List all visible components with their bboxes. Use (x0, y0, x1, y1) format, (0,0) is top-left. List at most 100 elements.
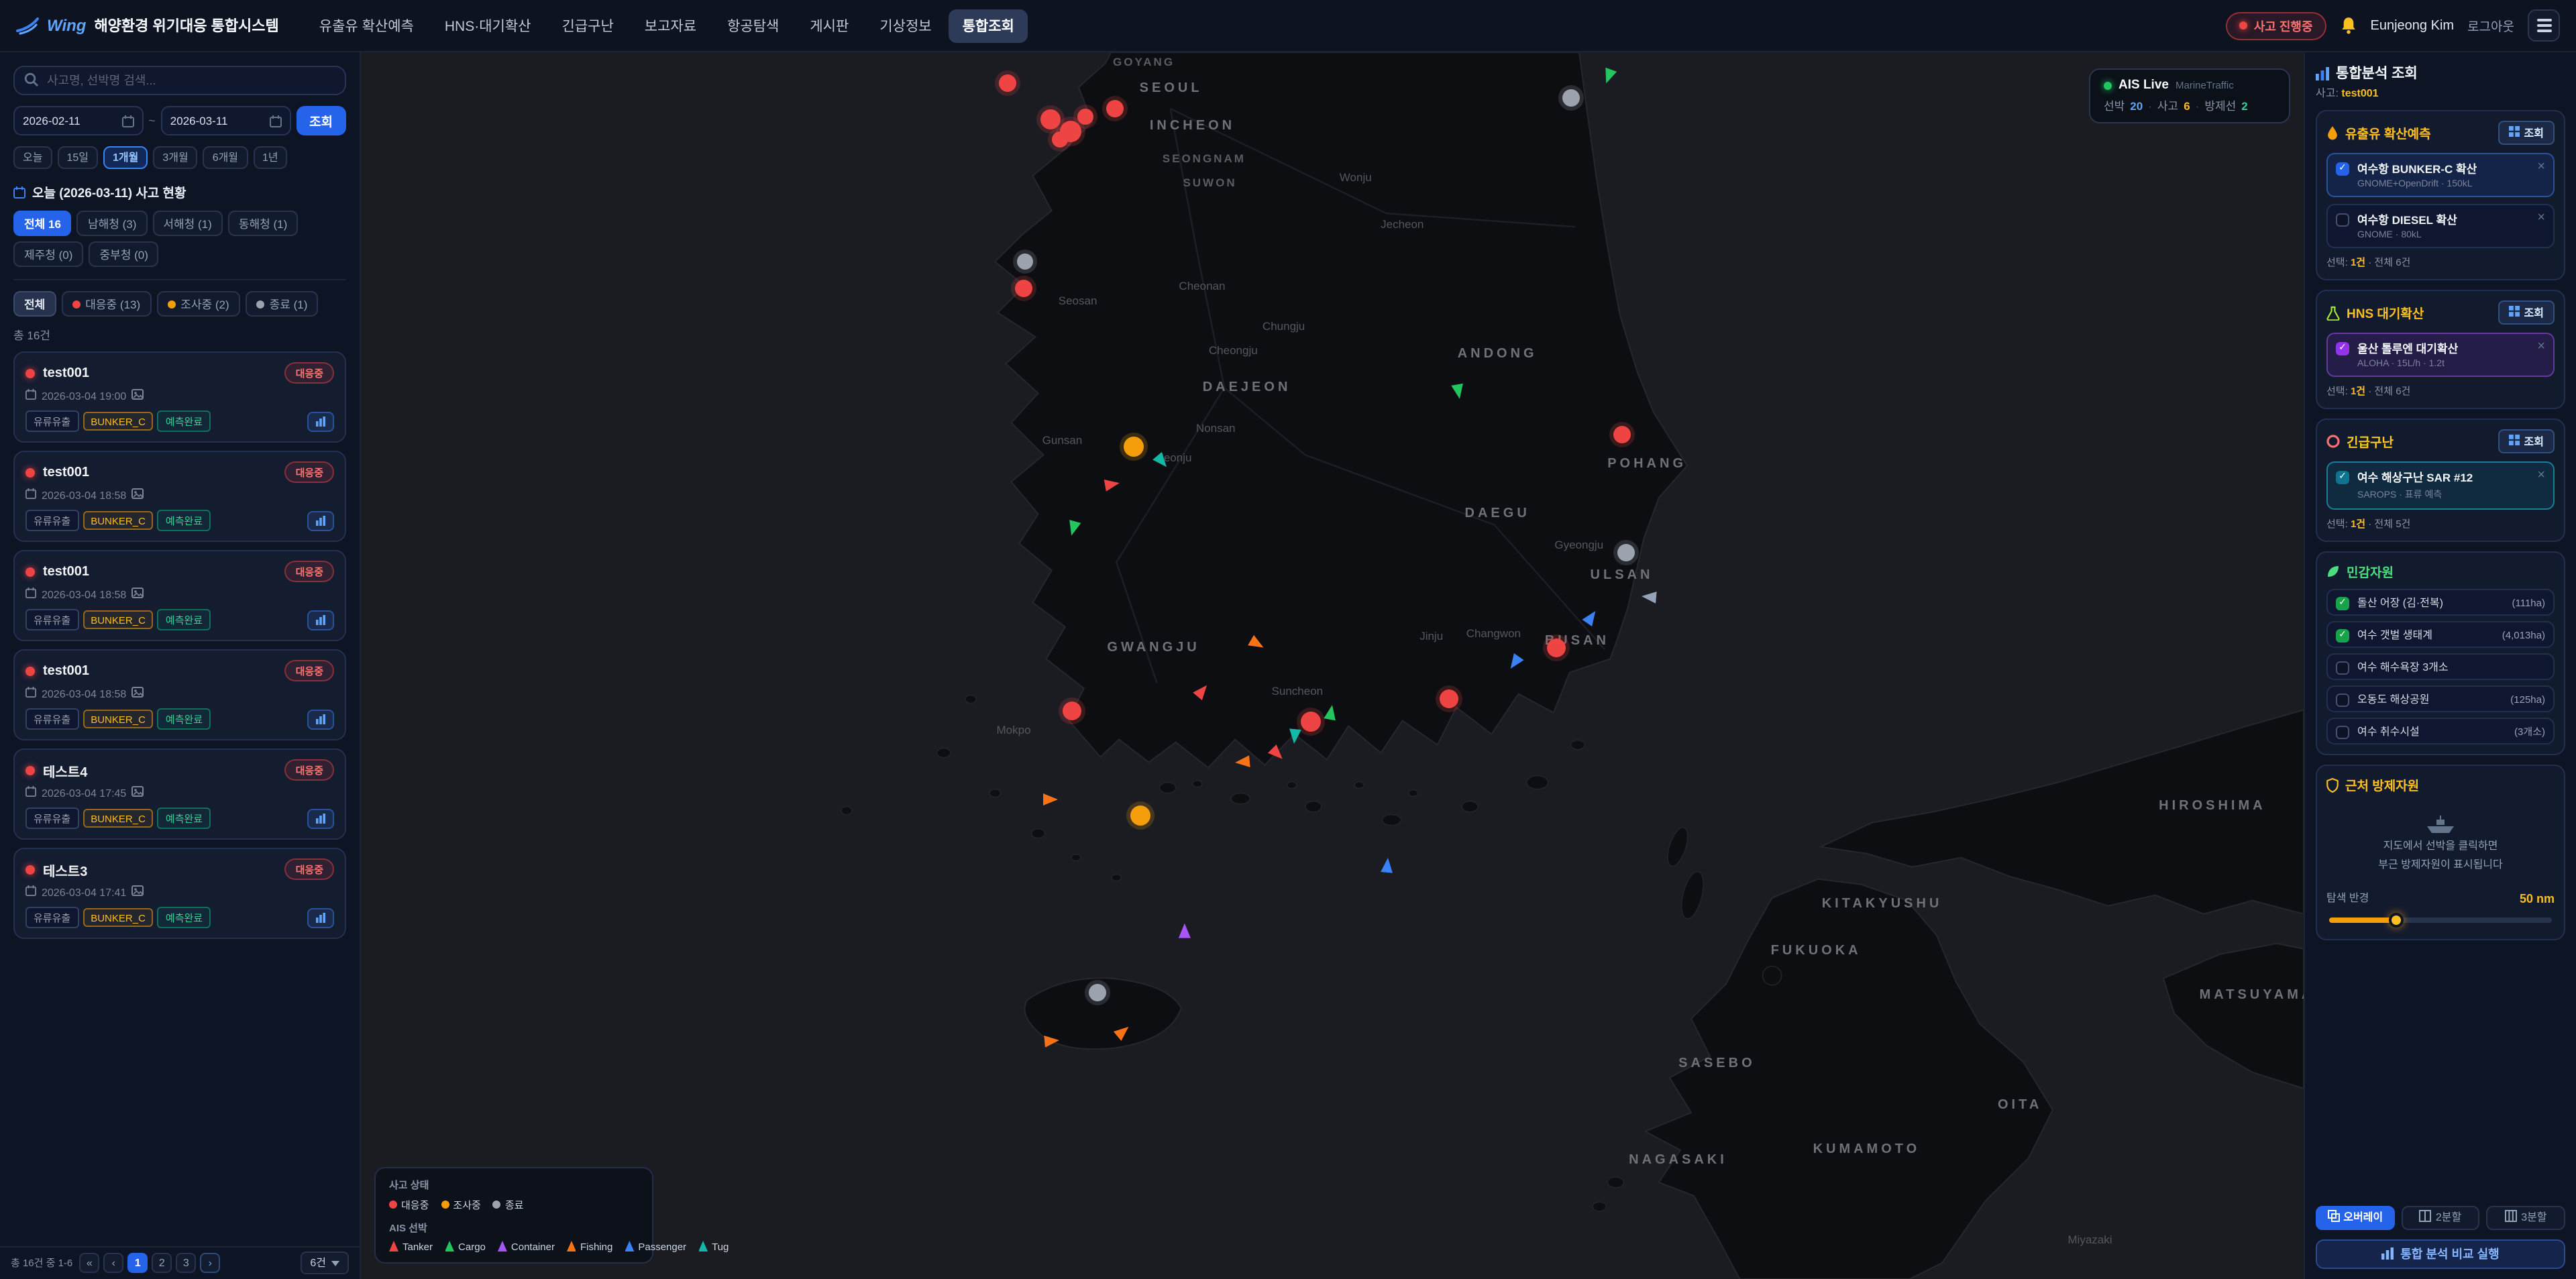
nav-item-보고자료[interactable]: 보고자료 (631, 9, 710, 42)
next-page-button[interactable]: › (200, 1253, 220, 1273)
quick-range-오늘[interactable]: 오늘 (13, 146, 52, 169)
close-icon[interactable]: × (2537, 212, 2545, 225)
map-marker-ship-cargo[interactable] (1066, 520, 1081, 537)
map-marker-incident-active[interactable] (1440, 689, 1458, 708)
section-query-button[interactable]: 조회 (2499, 121, 2555, 145)
map-canvas[interactable]: GOYANGSEOULINCHEONSEONGNAMSUWONWonjuJech… (361, 52, 2304, 1279)
map-marker-ship-cargo[interactable] (1600, 68, 1616, 86)
map-marker-incident-active[interactable] (1040, 110, 1061, 130)
checkbox[interactable] (2336, 661, 2349, 674)
sensitive-item[interactable]: 여수 해수욕장 3개소 (2326, 653, 2555, 680)
quick-range-15일[interactable]: 15일 (57, 146, 98, 169)
map-marker-incident-investigating[interactable] (1124, 436, 1144, 456)
map-marker-ship-tanker[interactable] (1104, 477, 1121, 492)
nav-item-유출유 확산예측[interactable]: 유출유 확산예측 (306, 9, 427, 42)
map-marker-incident-active[interactable] (1077, 108, 1093, 124)
logout-button[interactable]: 로그아웃 (2467, 16, 2514, 35)
notification-bell-icon[interactable] (2340, 16, 2357, 35)
date-from-input[interactable]: 2026-02-11 (13, 106, 143, 135)
radius-slider[interactable] (2329, 917, 2552, 923)
region-filter[interactable]: 남해청 (3) (77, 211, 147, 236)
map-marker-incident-active[interactable] (1015, 280, 1032, 298)
page-size-select[interactable]: 6건 (301, 1252, 349, 1274)
map-marker-ship-fishing[interactable] (1044, 1034, 1060, 1048)
view-mode-3분할[interactable]: 3분할 (2487, 1205, 2565, 1229)
view-mode-오버레이[interactable]: 오버레이 (2316, 1205, 2394, 1229)
checkbox[interactable] (2336, 725, 2349, 738)
first-page-button[interactable]: « (79, 1253, 99, 1273)
incident-analysis-button[interactable] (307, 411, 334, 431)
page-button-2[interactable]: 2 (152, 1253, 172, 1273)
map-marker-incident-active[interactable] (1053, 131, 1069, 148)
radius-slider-knob[interactable] (2389, 913, 2404, 928)
map-marker-ship-tug[interactable] (1152, 451, 1171, 470)
analysis-item[interactable]: ✓울산 톨루엔 대기확산ALOHA · 15L/h · 1.2t× (2326, 333, 2555, 377)
analysis-item[interactable]: ✓여수 해상구난 SAR #12SAROPS · 표류 예측× (2326, 461, 2555, 510)
sensitive-item[interactable]: ✓여수 갯벌 생태계(4,013ha) (2326, 621, 2555, 648)
view-mode-2분할[interactable]: 2분할 (2401, 1205, 2479, 1229)
checkbox[interactable]: ✓ (2336, 596, 2349, 610)
map-marker-ship-cargo[interactable] (1323, 704, 1338, 721)
sensitive-item[interactable]: 여수 취수시설(3개소) (2326, 718, 2555, 744)
map-marker-ship-tanker[interactable] (1193, 682, 1212, 701)
incident-card[interactable]: 테스트4대응중2026-03-04 17:45유류유출BUNKER_C예측완료 (13, 748, 346, 840)
map-marker-ship-passenger[interactable] (1380, 858, 1393, 873)
date-search-button[interactable]: 조회 (296, 106, 346, 135)
prev-page-button[interactable]: ‹ (103, 1253, 123, 1273)
section-query-button[interactable]: 조회 (2499, 300, 2555, 325)
map-marker-incident-closed[interactable] (1617, 544, 1634, 561)
quick-range-1개월[interactable]: 1개월 (103, 146, 148, 169)
checkbox[interactable]: ✓ (2336, 471, 2349, 484)
map-marker-incident-closed[interactable] (1017, 254, 1033, 270)
logo[interactable]: Wing 해양환경 위기대응 통합시스템 (16, 15, 279, 36)
map-marker-ship-passenger[interactable] (1506, 654, 1524, 673)
map-marker-incident-investigating[interactable] (1130, 805, 1150, 826)
map-marker-ship-tanker[interactable] (1269, 744, 1287, 763)
section-query-button[interactable]: 조회 (2499, 429, 2555, 453)
map-marker-incident-closed[interactable] (1089, 985, 1106, 1002)
page-button-3[interactable]: 3 (176, 1253, 196, 1273)
nav-item-항공탐색[interactable]: 항공탐색 (714, 9, 792, 42)
analysis-item[interactable]: ✓여수항 BUNKER-C 확산GNOME+OpenDrift · 150kL× (2326, 153, 2555, 197)
map-marker-ship-fishing[interactable] (1043, 793, 1058, 805)
incident-analysis-button[interactable] (307, 709, 334, 729)
incident-analysis-button[interactable] (307, 510, 334, 531)
region-filter[interactable]: 동해청 (1) (228, 211, 298, 236)
hamburger-menu-button[interactable] (2528, 9, 2560, 42)
incident-card[interactable]: 테스트3대응중2026-03-04 17:41유류유출BUNKER_C예측완료 (13, 848, 346, 939)
close-icon[interactable]: × (2537, 469, 2545, 483)
map-marker-ship-tug[interactable] (1289, 729, 1302, 744)
quick-range-1년[interactable]: 1년 (253, 146, 288, 169)
quick-range-6개월[interactable]: 6개월 (203, 146, 248, 169)
nav-item-HNS·대기확산[interactable]: HNS·대기확산 (431, 9, 545, 42)
region-filter[interactable]: 중부청 (0) (89, 241, 158, 267)
region-filter[interactable]: 제주청 (0) (13, 241, 83, 267)
run-comparison-button[interactable]: 통합 분석 비교 실행 (2316, 1239, 2565, 1268)
incident-analysis-button[interactable] (307, 808, 334, 828)
sensitive-item[interactable]: ✓돌산 어장 (김·전복)(111ha) (2326, 589, 2555, 616)
map-marker-incident-closed[interactable] (1562, 89, 1580, 107)
map-marker-ship-passenger[interactable] (1581, 607, 1599, 626)
map-marker-ship-fishing[interactable] (1247, 634, 1266, 653)
map-marker-ship-unknown[interactable] (1641, 590, 1656, 604)
incident-card[interactable]: test001대응중2026-03-04 19:00유류유출BUNKER_C예측… (13, 351, 346, 443)
nav-item-기상정보[interactable]: 기상정보 (866, 9, 945, 42)
status-filter[interactable]: 종료 (1) (246, 291, 319, 317)
close-icon[interactable]: × (2537, 161, 2545, 174)
incident-analysis-button[interactable] (307, 610, 334, 630)
map-marker-incident-active[interactable] (1301, 712, 1321, 732)
status-filter[interactable]: 전체 (13, 291, 56, 317)
status-filter[interactable]: 조사중 (2) (156, 291, 239, 317)
map-marker-ship-fishing[interactable] (1235, 755, 1250, 768)
map-marker-incident-active[interactable] (1063, 702, 1081, 720)
incident-card[interactable]: test001대응중2026-03-04 18:58유류유출BUNKER_C예측… (13, 649, 346, 740)
map-marker-ship-container[interactable] (1179, 924, 1191, 938)
checkbox[interactable] (2336, 213, 2349, 227)
incident-analysis-button[interactable] (307, 907, 334, 928)
page-button-1[interactable]: 1 (127, 1253, 148, 1273)
map-marker-incident-active[interactable] (1613, 427, 1631, 444)
incident-card[interactable]: test001대응중2026-03-04 18:58유류유출BUNKER_C예측… (13, 550, 346, 641)
sensitive-item[interactable]: 오동도 해상공원(125ha) (2326, 685, 2555, 712)
checkbox[interactable]: ✓ (2336, 162, 2349, 176)
map-marker-incident-active[interactable] (1106, 100, 1124, 117)
